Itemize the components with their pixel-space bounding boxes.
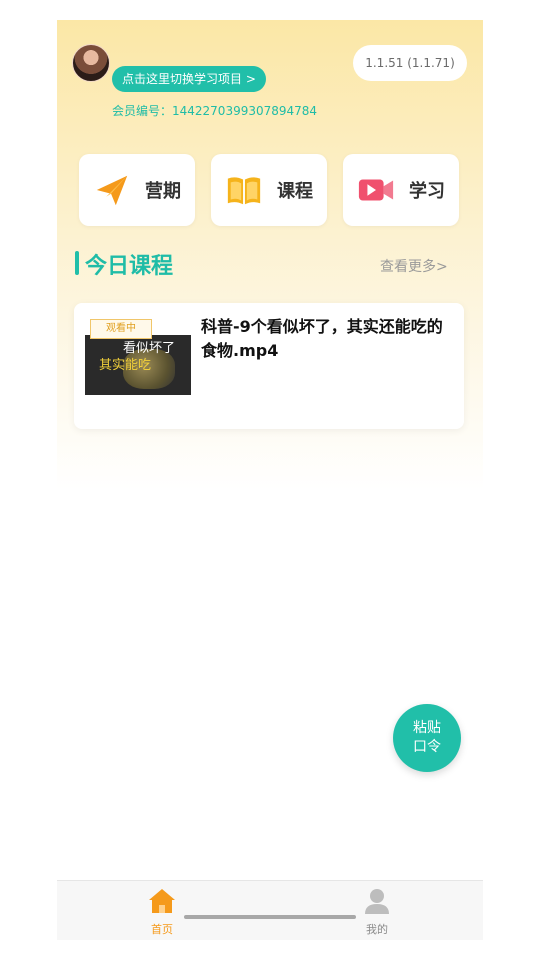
app-screen: 点击这里切换学习项目 > 会员编号：1442270399307894784 1.… xyxy=(57,20,483,940)
member-id: 会员编号：1442270399307894784 xyxy=(112,104,318,118)
fab-label-line1: 粘贴 xyxy=(413,720,441,736)
course-thumbnail: 看似坏了 其实能吃 xyxy=(85,335,191,395)
quick-action-label: 学习 xyxy=(409,181,445,202)
paste-code-button[interactable]: 粘贴 口令 xyxy=(393,704,461,772)
book-icon xyxy=(227,177,261,205)
avatar[interactable] xyxy=(72,44,110,82)
quick-action-course[interactable]: 课程 xyxy=(211,154,327,226)
video-camera-icon xyxy=(358,179,394,201)
section-title: 今日课程 xyxy=(85,254,174,279)
fab-label-line2: 口令 xyxy=(413,739,441,755)
home-indicator xyxy=(184,915,356,919)
watching-badge: 观看中 xyxy=(90,319,152,339)
tab-home[interactable]: 首页 xyxy=(132,887,192,937)
user-icon xyxy=(365,889,389,914)
tab-me[interactable]: 我的 xyxy=(347,887,407,937)
quick-action-label: 营期 xyxy=(145,181,181,202)
quick-action-label: 课程 xyxy=(277,181,313,202)
tab-bar: 首页 我的 xyxy=(57,880,483,940)
thumbnail-caption-2: 其实能吃 xyxy=(99,358,152,373)
switch-project-button[interactable]: 点击这里切换学习项目 > xyxy=(112,66,266,92)
course-card[interactable]: 看似坏了 其实能吃 观看中 科普-9个看似坏了，其实还能吃的食物.mp4 xyxy=(74,303,464,429)
section-marker xyxy=(75,251,79,275)
quick-action-study[interactable]: 学习 xyxy=(343,154,459,226)
course-title: 科普-9个看似坏了，其实还能吃的食物.mp4 xyxy=(201,317,443,360)
version-badge: 1.1.51 (1.1.71) xyxy=(353,45,467,81)
tab-label: 首页 xyxy=(151,923,173,936)
home-icon xyxy=(149,889,175,913)
quick-action-camp[interactable]: 营期 xyxy=(79,154,195,226)
paper-plane-icon xyxy=(96,175,128,206)
tab-label: 我的 xyxy=(366,923,388,936)
see-more-link[interactable]: 查看更多> xyxy=(380,256,448,276)
